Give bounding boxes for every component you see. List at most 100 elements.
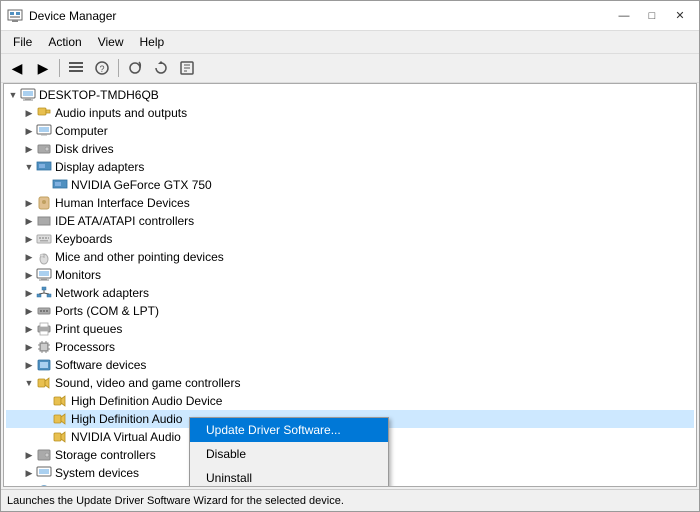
usb-expand[interactable]: ▶	[22, 484, 36, 486]
tree-item-ide[interactable]: ▶ IDE ATA/ATAPI controllers	[6, 212, 694, 230]
context-menu-uninstall[interactable]: Uninstall	[190, 466, 388, 487]
software-devices-label: Software devices	[55, 358, 146, 372]
monitors-expand[interactable]: ▶	[22, 268, 36, 282]
hd-audio-icon	[52, 411, 68, 427]
monitors-icon	[36, 267, 52, 283]
minimize-button[interactable]: —	[611, 6, 637, 26]
tree-item-hd-audio-device[interactable]: High Definition Audio Device	[6, 392, 694, 410]
menu-view[interactable]: View	[90, 33, 132, 51]
content-area: ▼ DESKTOP-TMDH6QB ▶	[3, 83, 697, 487]
software-devices-expand[interactable]: ▶	[22, 358, 36, 372]
tree-item-network[interactable]: ▶ Network adapters	[6, 284, 694, 302]
system-devices-expand[interactable]: ▶	[22, 466, 36, 480]
tree-item-hid[interactable]: ▶ Human Interface Devices	[6, 194, 694, 212]
tree-item-processors[interactable]: ▶ Processors	[6, 338, 694, 356]
hd-audio-device-icon	[52, 393, 68, 409]
tree-item-keyboards[interactable]: ▶ Keyboards	[6, 230, 694, 248]
tree-item-computer[interactable]: ▶ Computer	[6, 122, 694, 140]
display-adapters-expand[interactable]: ▼	[22, 160, 36, 174]
nvidia-gtx-expand	[38, 178, 52, 192]
network-icon	[36, 285, 52, 301]
status-bar: Launches the Update Driver Software Wiza…	[1, 489, 699, 511]
title-bar-left: Device Manager	[7, 8, 116, 24]
display-adapters-label: Display adapters	[55, 160, 144, 174]
processors-label: Processors	[55, 340, 115, 354]
context-menu-disable[interactable]: Disable	[190, 442, 388, 466]
refresh-button[interactable]	[149, 57, 173, 79]
software-devices-icon	[36, 357, 52, 373]
audio-inputs-expand[interactable]: ▶	[22, 106, 36, 120]
system-devices-label: System devices	[55, 466, 139, 480]
hd-audio-expand	[38, 412, 52, 426]
system-devices-icon	[36, 465, 52, 481]
ide-expand[interactable]: ▶	[22, 214, 36, 228]
hid-icon	[36, 195, 52, 211]
root-expand[interactable]: ▼	[6, 88, 20, 102]
mice-expand[interactable]: ▶	[22, 250, 36, 264]
tree-item-disk-drives[interactable]: ▶ Disk drives	[6, 140, 694, 158]
svg-text:?: ?	[99, 64, 104, 74]
tree-root[interactable]: ▼ DESKTOP-TMDH6QB	[6, 86, 694, 104]
tree-item-software-devices[interactable]: ▶ Software devices	[6, 356, 694, 374]
menu-bar: File Action View Help	[1, 31, 699, 54]
monitors-label: Monitors	[55, 268, 101, 282]
sound-expand[interactable]: ▼	[22, 376, 36, 390]
tree-item-sound[interactable]: ▼ Sound, video and game controllers	[6, 374, 694, 392]
ide-label: IDE ATA/ATAPI controllers	[55, 214, 194, 228]
computer-node-icon	[36, 123, 52, 139]
tree-item-ports[interactable]: ▶ Ports (COM & LPT)	[6, 302, 694, 320]
usb-label: Universal Serial Bus contro...	[55, 484, 210, 486]
status-text: Launches the Update Driver Software Wiza…	[7, 495, 344, 507]
disk-drives-icon	[36, 141, 52, 157]
print-queues-expand[interactable]: ▶	[22, 322, 36, 336]
network-label: Network adapters	[55, 286, 149, 300]
audio-inputs-label: Audio inputs and outputs	[55, 106, 187, 120]
maximize-button[interactable]: □	[639, 6, 665, 26]
disk-drives-expand[interactable]: ▶	[22, 142, 36, 156]
ports-icon	[36, 303, 52, 319]
tree-item-mice[interactable]: ▶ Mice and other pointing devices	[6, 248, 694, 266]
help-button[interactable]: ?	[90, 57, 114, 79]
tree-item-display-adapters[interactable]: ▼ Display adapters	[6, 158, 694, 176]
keyboards-icon	[36, 231, 52, 247]
properties-button[interactable]	[175, 57, 199, 79]
hid-label: Human Interface Devices	[55, 196, 190, 210]
print-queues-label: Print queues	[55, 322, 122, 336]
print-queues-icon	[36, 321, 52, 337]
computer-expand[interactable]: ▶	[22, 124, 36, 138]
display-adapters-icon	[36, 159, 52, 175]
context-menu-update-driver[interactable]: Update Driver Software...	[190, 418, 388, 442]
menu-action[interactable]: Action	[40, 33, 89, 51]
nvidia-gtx-icon	[52, 177, 68, 193]
menu-file[interactable]: File	[5, 33, 40, 51]
context-menu: Update Driver Software... Disable Uninst…	[189, 417, 389, 487]
ports-expand[interactable]: ▶	[22, 304, 36, 318]
back-button[interactable]: ◀	[5, 57, 29, 79]
keyboards-expand[interactable]: ▶	[22, 232, 36, 246]
storage-expand[interactable]: ▶	[22, 448, 36, 462]
sound-icon	[36, 375, 52, 391]
refresh-icon	[153, 60, 169, 76]
close-button[interactable]: ✕	[667, 6, 693, 26]
hid-expand[interactable]: ▶	[22, 196, 36, 210]
disk-drives-label: Disk drives	[55, 142, 114, 156]
processors-expand[interactable]: ▶	[22, 340, 36, 354]
ide-icon	[36, 213, 52, 229]
nvidia-audio-label: NVIDIA Virtual Audio	[71, 430, 181, 444]
help-icon: ?	[94, 60, 110, 76]
audio-inputs-icon	[36, 105, 52, 121]
hd-audio-device-expand	[38, 394, 52, 408]
menu-help[interactable]: Help	[132, 33, 173, 51]
nvidia-audio-icon	[52, 429, 68, 445]
toolbar-sep1	[59, 59, 60, 77]
tree-item-nvidia-gtx[interactable]: NVIDIA GeForce GTX 750	[6, 176, 694, 194]
scan-button[interactable]	[123, 57, 147, 79]
tree-item-audio-inputs[interactable]: ▶ Audio inputs and outputs	[6, 104, 694, 122]
list-button[interactable]	[64, 57, 88, 79]
tree-item-monitors[interactable]: ▶ Monitors	[6, 266, 694, 284]
properties-icon	[179, 60, 195, 76]
tree-item-print-queues[interactable]: ▶ Print queues	[6, 320, 694, 338]
forward-button[interactable]: ▶	[31, 57, 55, 79]
network-expand[interactable]: ▶	[22, 286, 36, 300]
mice-icon	[36, 249, 52, 265]
